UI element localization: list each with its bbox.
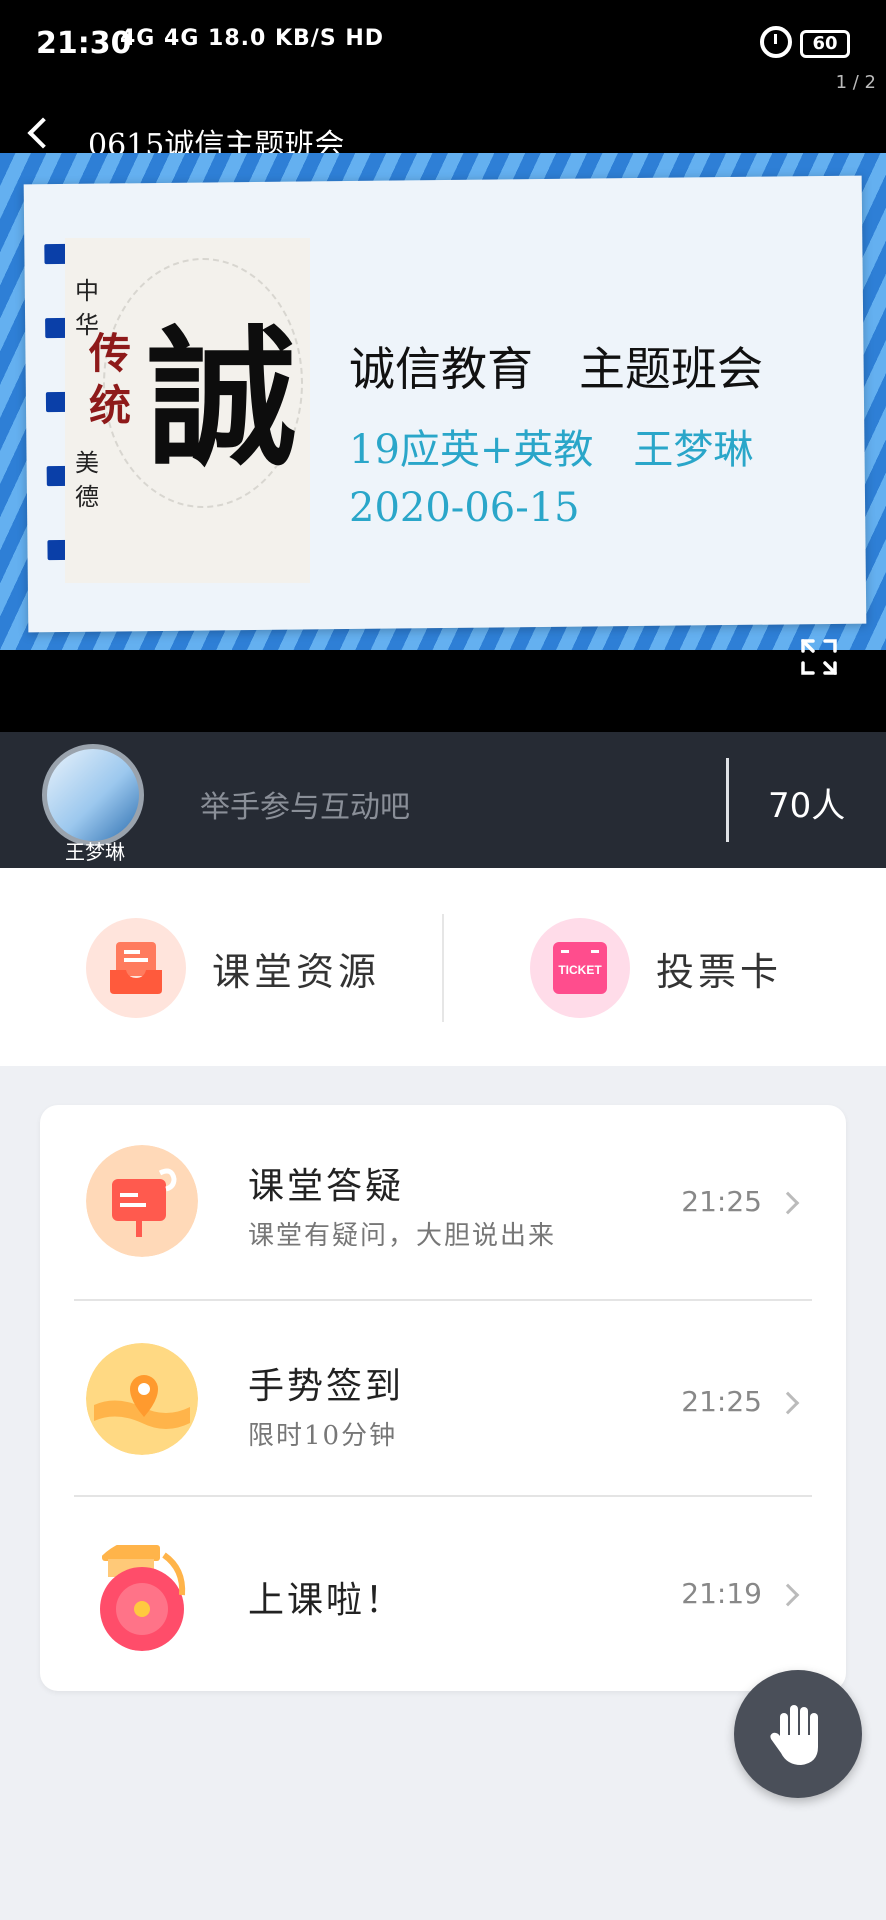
chevron-right-icon — [776, 1191, 800, 1215]
alarm-icon — [760, 26, 792, 58]
slide-date: 2020-06-15 — [349, 485, 580, 531]
list-item-time: 21:25 — [681, 1185, 762, 1218]
status-time: 21:30 — [36, 26, 132, 61]
slide-frame: 中华 传统 美德 誠 诚信教育 主题班会 19应英+英教 王梦琳 2020-06… — [0, 153, 886, 650]
list-item-subtitle: 课堂有疑问，大胆说出来 — [248, 1221, 557, 1251]
raise-hand-button[interactable] — [734, 1670, 862, 1798]
list-item-gesture-checkin[interactable]: 手势签到 限时10分钟 21:25 — [40, 1301, 846, 1497]
slide-artwork: 中华 传统 美德 誠 — [65, 238, 310, 583]
back-icon[interactable] — [27, 117, 59, 149]
art-calligraphy: 誠 — [147, 311, 298, 487]
location-pin-icon — [86, 1343, 198, 1455]
video-player[interactable]: 0615诚信主题班会 中华 传统 美德 誠 诚信教育 主题班会 19应英+英教 … — [0, 90, 886, 732]
battery-icon: 60 — [800, 30, 850, 58]
class-resources-label: 课堂资源 — [212, 949, 381, 994]
list-item-title: 课堂答疑 — [248, 1166, 405, 1207]
list-item-title: 手势签到 — [248, 1366, 405, 1407]
raise-hand-hint[interactable]: 举手参与互动吧 — [200, 782, 410, 826]
art-text-bottom: 美德 — [75, 449, 99, 511]
list-item-subtitle: 限时10分钟 — [248, 1421, 398, 1451]
quick-actions: 课堂资源 TICKET 投票卡 — [0, 868, 886, 1066]
avatar[interactable] — [42, 744, 144, 846]
vote-card-button[interactable]: TICKET 投票卡 — [530, 918, 782, 1018]
slide-author: 19应英+英教 王梦琳 — [349, 427, 754, 473]
activity-list: 课堂答疑 课堂有疑问，大胆说出来 21:25 手势签到 限时10分钟 21:25… — [40, 1105, 846, 1691]
live-bar: 王梦琳 举手参与互动吧 70人 — [0, 732, 886, 868]
question-board-icon — [86, 1145, 198, 1257]
vote-card-label: 投票卡 — [656, 949, 783, 994]
inbox-tray-icon — [86, 918, 186, 1018]
fullscreen-icon[interactable] — [800, 638, 838, 676]
list-item-title: 上课啦！ — [248, 1580, 405, 1621]
teacher-name: 王梦琳 — [65, 840, 125, 864]
chevron-right-icon — [776, 1391, 800, 1415]
bell-icon — [100, 1545, 186, 1651]
list-item-time: 21:19 — [681, 1577, 762, 1610]
status-bar: 21:30 4G 4G 18.0 KB/S HD 60 1 / 2 — [0, 0, 886, 93]
raise-hand-icon — [770, 1705, 818, 1765]
list-item-class-qa[interactable]: 课堂答疑 课堂有疑问，大胆说出来 21:25 — [40, 1105, 846, 1301]
art-text-red: 传统 — [89, 329, 132, 430]
list-item-time: 21:25 — [681, 1385, 762, 1418]
list-item-class-start[interactable]: 上课啦！ 21:19 — [40, 1497, 846, 1693]
ticket-icon-text: TICKET — [558, 963, 602, 977]
class-resources-button[interactable]: 课堂资源 — [86, 918, 380, 1018]
slide-heading: 诚信教育 主题班会 — [349, 342, 763, 396]
divider — [442, 914, 444, 1022]
network-status: 4G 4G 18.0 KB/S HD — [120, 26, 385, 51]
ticket-icon: TICKET — [530, 918, 630, 1018]
chevron-right-icon — [776, 1583, 800, 1607]
divider — [726, 758, 729, 842]
online-count[interactable]: 70人 — [768, 778, 845, 827]
